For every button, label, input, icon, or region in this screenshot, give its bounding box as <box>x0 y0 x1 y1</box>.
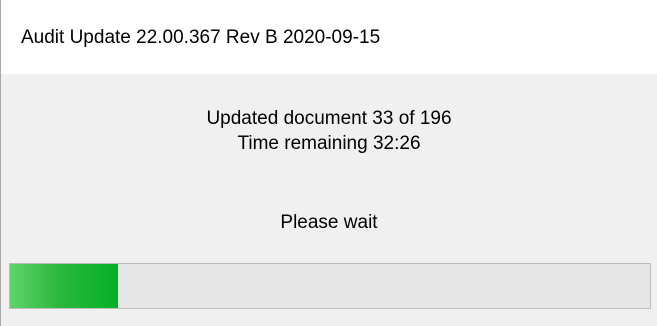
title-bar[interactable]: Audit Update 22.00.367 Rev B 2020-09-15 <box>1 0 657 74</box>
progress-dialog: Audit Update 22.00.367 Rev B 2020-09-15 … <box>0 0 657 326</box>
window-title: Audit Update 22.00.367 Rev B 2020-09-15 <box>21 27 381 48</box>
progress-bar <box>9 263 651 309</box>
please-wait-text: Please wait <box>280 212 378 233</box>
dialog-content: Updated document 33 of 196 Time remainin… <box>1 74 657 326</box>
progress-bar-fill <box>10 264 118 308</box>
progress-status-text: Updated document 33 of 196 <box>206 108 452 129</box>
time-remaining-text: Time remaining 32:26 <box>237 133 421 154</box>
